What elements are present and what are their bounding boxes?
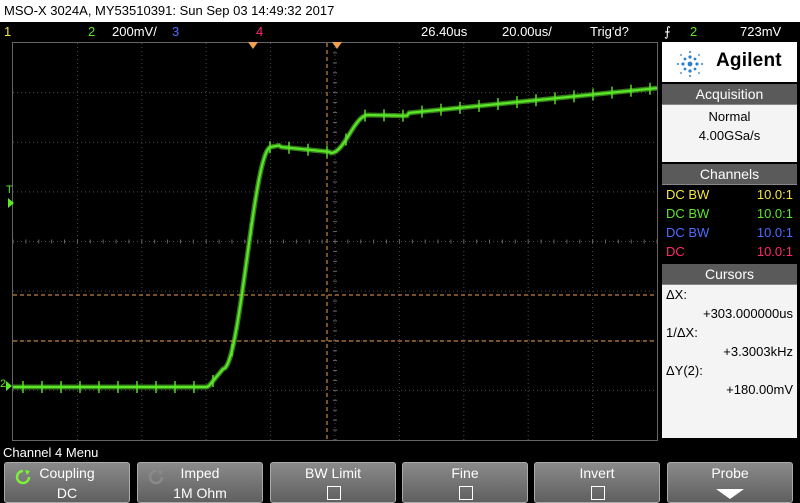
channel-probe-ratio: 10.0:1 [756,225,793,240]
cursors-panel[interactable]: Cursors ΔX: +303.000000us 1/ΔX: +3.3003k… [662,264,797,438]
inverse-delta-x-label: 1/ΔX: [666,325,698,340]
trigger-level: 723mV [740,24,782,39]
window-title: MSO-X 3024A, MY53510391: Sun Sep 03 14:4… [4,3,335,18]
side-panel: Agilent Acquisition Normal 4.00GSa/s Cha… [660,42,800,441]
channel-2-trace-glow [13,85,657,390]
bw-limit-label: BW Limit [305,465,361,481]
trigger-edge-icon: ⨍ [664,24,671,39]
cursors-header: Cursors [662,264,797,285]
impedance-softkey[interactable]: Imped 1M Ohm [137,462,263,503]
delta-y-value: +180.00mV [726,382,793,397]
bw-limit-checkbox[interactable] [327,486,341,500]
channel-2-indicator[interactable]: 2 [88,22,95,42]
inverse-delta-x-value: +3.3003kHz [723,344,793,359]
channel-probe-ratio: 10.0:1 [756,187,793,202]
channel-row-4[interactable]: DC 10.0:1 [662,242,797,261]
channel-2-scale: 200mV/ [112,24,157,39]
channels-header: Channels [662,164,797,185]
impedance-value: 1M Ohm [173,485,227,501]
delta-x-label: ΔX: [666,287,687,302]
time-scale: 20.00us/ [502,24,552,39]
channel-3-indicator[interactable]: 3 [172,22,179,42]
sample-rate: 4.00GSa/s [698,128,761,143]
invert-label: Invert [579,465,615,481]
status-bar: 1 2 200mV/ 3 4 26.40us 20.00us/ Trig'd? … [0,22,800,42]
delta-y-label: ΔY(2): [666,363,703,378]
logo: Agilent [662,42,797,82]
channel-probe-ratio: 10.0:1 [756,206,793,221]
channels-panel[interactable]: Channels DC BW 10.0:1 DC BW 10.0:1 DC BW 10.0… [662,164,797,262]
trigger-position-icon [248,42,258,49]
invert-checkbox[interactable] [591,486,605,500]
channel-1-indicator[interactable]: 1 [4,22,11,42]
delay-reference-icon [332,42,342,49]
invert-softkey[interactable]: Invert [534,462,660,503]
channel-2-trace [13,87,657,389]
channel-4-indicator[interactable]: 4 [256,22,263,42]
title-bar: MSO-X 3024A, MY53510391: Sun Sep 03 14:4… [0,0,800,22]
channel-coupling: DC BW [666,206,710,221]
probe-softkey[interactable]: Probe [667,462,793,503]
fine-label: Fine [451,465,479,481]
waveform-canvas[interactable] [13,43,657,440]
acquisition-header: Acquisition [662,84,797,105]
ground-arrow-icon [6,381,12,391]
coupling-label: Coupling [39,465,95,481]
channel-row-2[interactable]: DC BW 10.0:1 [662,204,797,223]
channel-coupling: DC BW [666,225,710,240]
agilent-spark-icon [677,51,703,77]
channel-probe-ratio: 10.0:1 [756,244,793,259]
channel-row-1[interactable]: DC BW 10.0:1 [662,185,797,204]
acquisition-panel[interactable]: Acquisition Normal 4.00GSa/s [662,84,797,162]
submenu-arrow-icon [716,489,744,499]
fine-checkbox[interactable] [459,486,473,500]
time-delay: 26.40us [421,24,468,39]
waveform-display[interactable] [12,42,658,441]
trigger-arrow-icon [8,198,14,208]
brand-name: Agilent [716,50,782,71]
channel-row-3[interactable]: DC BW 10.0:1 [662,223,797,242]
bw-limit-softkey[interactable]: BW Limit [270,462,396,503]
trigger-status: Trig'd? [590,24,629,39]
trigger-channel: 2 [690,24,698,39]
probe-label: Probe [711,465,749,481]
trigger-level-marker[interactable]: T [6,184,13,196]
softkey-bar: Coupling DC Imped 1M Ohm BW Limit Fine I… [0,462,800,503]
menu-title: Channel 4 Menu [0,444,800,462]
channel-coupling: DC BW [666,187,710,202]
channel-coupling: DC [666,244,685,259]
fine-softkey[interactable]: Fine [402,462,528,503]
delta-x-value: +303.000000us [702,306,793,321]
acquisition-mode: Normal [708,109,751,124]
coupling-softkey[interactable]: Coupling DC [4,462,130,503]
coupling-value: DC [56,485,78,501]
impedance-label: Imped [180,465,220,481]
